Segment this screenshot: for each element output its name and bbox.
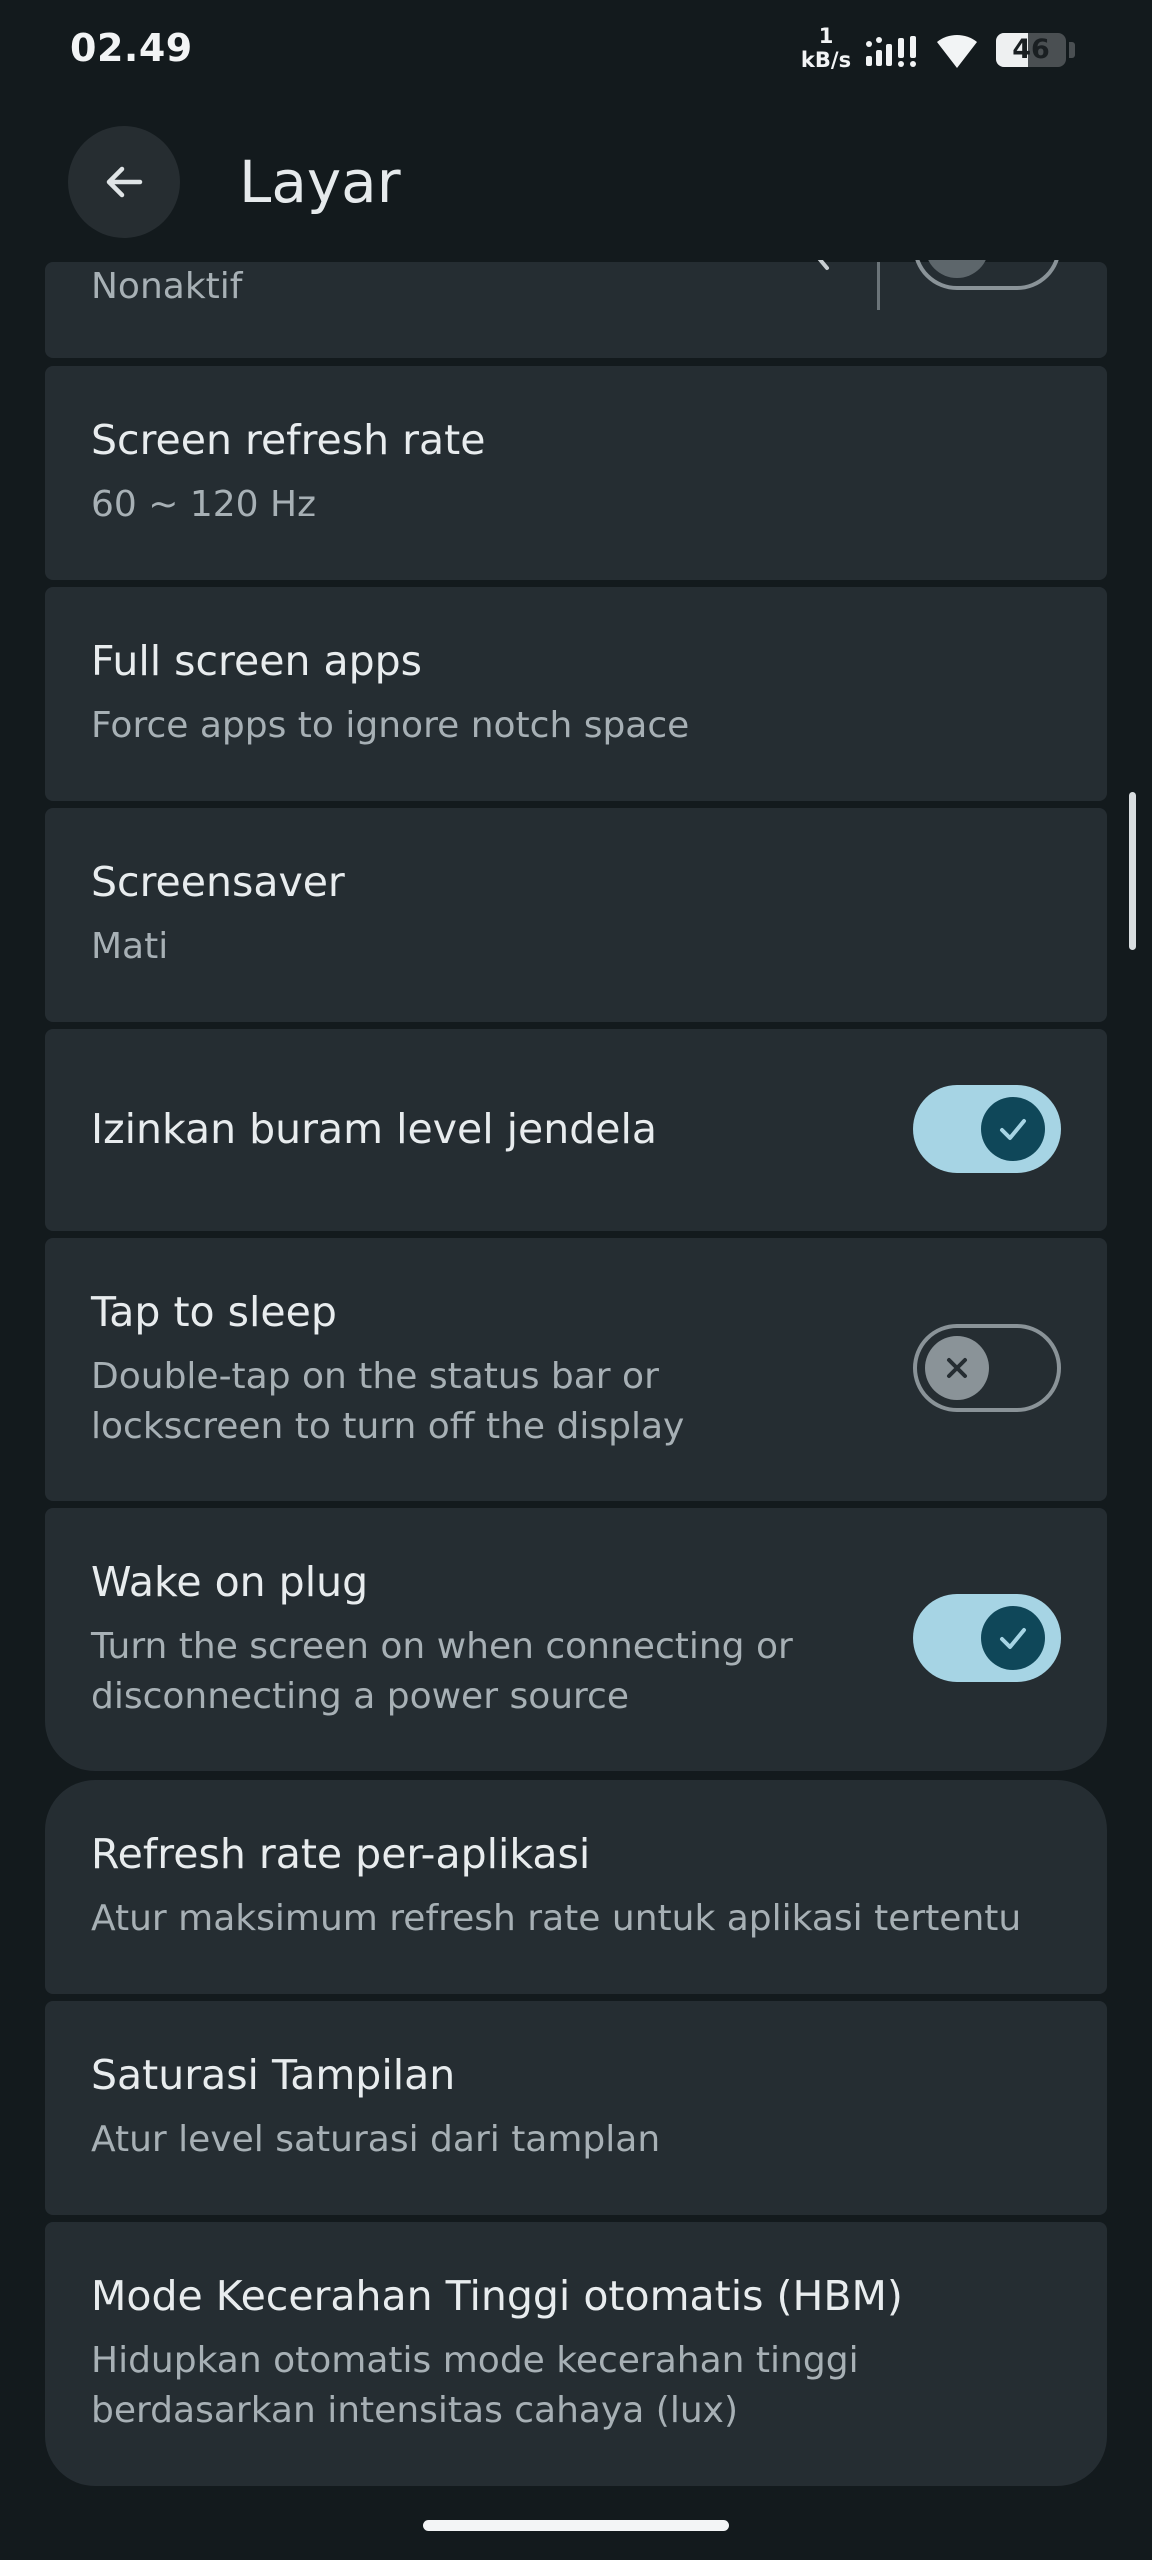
toggle-knob — [925, 1336, 989, 1400]
list-item-partial[interactable]: Nonaktif — [45, 202, 1107, 358]
battery-level: 46 — [1012, 34, 1050, 65]
partial-item-subtitle: Nonaktif — [91, 266, 243, 307]
cellular-signal-icon — [866, 36, 916, 67]
item-subtitle-line2: lockscreen to turn off the display — [91, 1406, 685, 1447]
wifi-icon — [937, 34, 977, 68]
item-subtitle: Atur maksimum refresh rate untuk aplikas… — [91, 1898, 1022, 1939]
item-subtitle: 60 ~ 120 Hz — [91, 484, 316, 525]
list-item-auto-hbm[interactable]: Mode Kecerahan Tinggi otomatis (HBM) Hid… — [45, 2222, 1107, 2486]
item-title: Wake on plug — [91, 1558, 369, 1606]
network-speed-unit: kB/s — [800, 48, 852, 72]
item-title: Screensaver — [91, 858, 345, 906]
list-item-screen-refresh-rate[interactable]: Screen refresh rate 60 ~ 120 Hz — [45, 366, 1107, 580]
back-button[interactable] — [68, 126, 180, 238]
list-item-per-app-refresh-rate[interactable]: Refresh rate per-aplikasi Atur maksimum … — [45, 1780, 1107, 1994]
item-title: Saturasi Tampilan — [91, 2051, 456, 2099]
item-subtitle: Atur level saturasi dari tamplan — [91, 2119, 661, 2160]
window-blur-toggle[interactable] — [913, 1085, 1061, 1173]
battery-tip — [1069, 42, 1075, 58]
item-title: Mode Kecerahan Tinggi otomatis (HBM) — [91, 2272, 903, 2320]
item-title: Izinkan buram level jendela — [91, 1105, 658, 1153]
tap-to-sleep-toggle[interactable] — [913, 1324, 1061, 1412]
item-subtitle-line2: disconnecting a power source — [91, 1676, 629, 1717]
list-item-tap-to-sleep[interactable]: Tap to sleep Double-tap on the status ba… — [45, 1238, 1107, 1501]
check-icon — [1000, 1119, 1026, 1140]
item-subtitle-line1: Double-tap on the status bar or — [91, 1356, 659, 1397]
item-subtitle: Mati — [91, 926, 169, 967]
list-item-wake-on-plug[interactable]: Wake on plug Turn the screen on when con… — [45, 1508, 1107, 1771]
app-bar: Layar — [0, 110, 1152, 260]
item-title: Full screen apps — [91, 637, 423, 685]
check-icon — [1000, 1628, 1026, 1649]
network-speed-value: 1 — [818, 24, 834, 48]
wake-on-plug-toggle[interactable] — [913, 1594, 1061, 1682]
clock: 02.49 — [70, 26, 193, 70]
item-subtitle: Force apps to ignore notch space — [91, 705, 690, 746]
close-icon — [947, 1358, 967, 1378]
item-subtitle-line2: berdasarkan intensitas cahaya (lux) — [91, 2390, 739, 2431]
vertical-divider — [877, 262, 880, 310]
toggle-knob — [981, 1606, 1045, 1670]
item-subtitle-line1: Turn the screen on when connecting or — [91, 1626, 793, 1667]
gesture-nav-handle[interactable] — [423, 2520, 729, 2531]
network-speed: 1 kB/s — [800, 24, 852, 72]
item-title: Refresh rate per-aplikasi — [91, 1830, 591, 1878]
list-item-full-screen-apps[interactable]: Full screen apps Force apps to ignore no… — [45, 587, 1107, 801]
toggle-knob — [981, 1097, 1045, 1161]
list-item-display-saturation[interactable]: Saturasi Tampilan Atur level saturasi da… — [45, 2001, 1107, 2215]
list-item-screensaver[interactable]: Screensaver Mati — [45, 808, 1107, 1022]
list-item-window-blur[interactable]: Izinkan buram level jendela — [45, 1029, 1107, 1231]
page-title: Layar — [239, 148, 401, 216]
battery-icon: 46 — [996, 33, 1066, 67]
item-subtitle-line1: Hidupkan otomatis mode kecerahan tinggi — [91, 2340, 859, 2381]
chevron-right-icon — [815, 256, 829, 270]
item-title: Tap to sleep — [91, 1288, 337, 1336]
scrollbar[interactable] — [1129, 792, 1136, 950]
item-title: Screen refresh rate — [91, 416, 486, 464]
arrow-left-icon — [106, 166, 143, 198]
status-bar: 02.49 1 kB/s 46 — [0, 0, 1152, 110]
